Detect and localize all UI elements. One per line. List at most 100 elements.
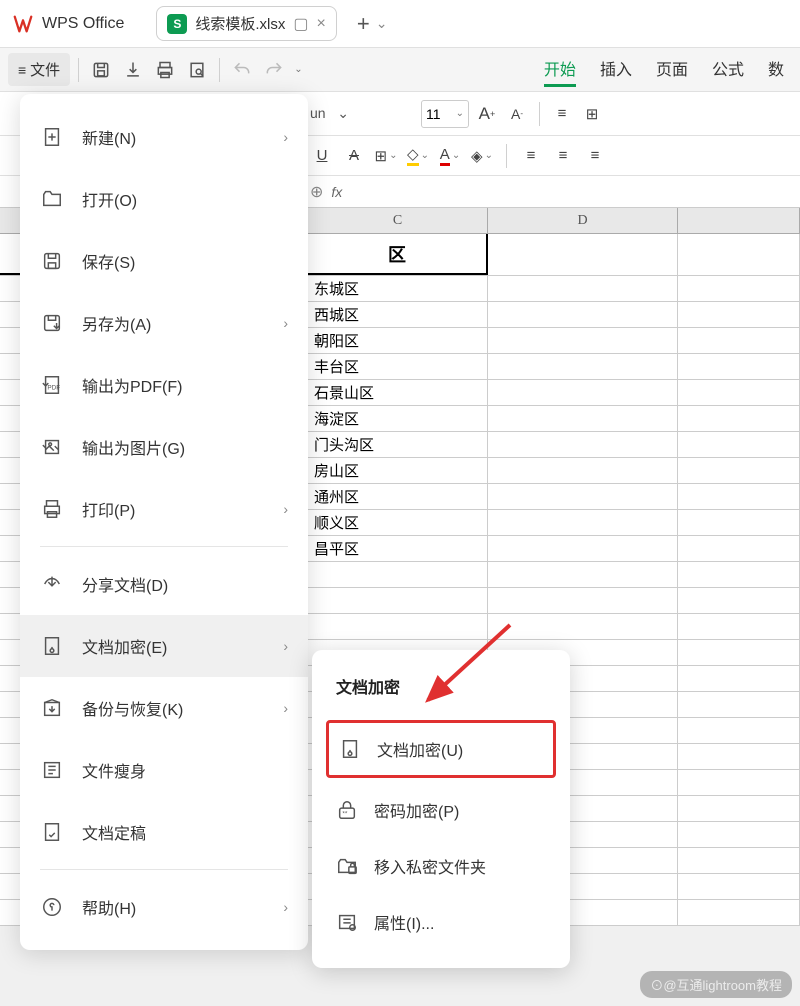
preview-icon[interactable] [183, 56, 211, 84]
menu-item[interactable]: PDF输出为PDF(F) [20, 354, 308, 416]
tab-insert[interactable]: 插入 [600, 52, 632, 87]
wrap-icon[interactable]: ⊞ [580, 102, 604, 126]
cell[interactable]: 门头沟区 [308, 432, 488, 457]
cell[interactable] [678, 822, 800, 847]
border-icon[interactable]: ⊞⌄ [374, 144, 398, 168]
tab-start[interactable]: 开始 [544, 52, 576, 87]
cell[interactable]: 西城区 [308, 302, 488, 327]
cell[interactable] [488, 406, 678, 431]
cell[interactable] [678, 796, 800, 821]
menu-item[interactable]: 新建(N)› [20, 106, 308, 168]
cell[interactable] [678, 718, 800, 743]
cell[interactable]: 通州区 [308, 484, 488, 509]
cell[interactable] [488, 510, 678, 535]
export-icon[interactable] [119, 56, 147, 84]
tab-formula[interactable]: 公式 [712, 52, 744, 87]
cell[interactable] [308, 562, 488, 587]
menu-item[interactable]: 备份与恢复(K)› [20, 677, 308, 739]
cell[interactable] [678, 614, 800, 639]
fill-color-icon[interactable]: ◇⌄ [406, 144, 430, 168]
cell[interactable]: 房山区 [308, 458, 488, 483]
cell[interactable] [678, 458, 800, 483]
submenu-item[interactable]: 移入私密文件夹 [312, 838, 570, 894]
cell[interactable] [678, 406, 800, 431]
align-center-icon[interactable]: ≡ [551, 144, 575, 168]
cell[interactable] [488, 484, 678, 509]
cell[interactable] [678, 770, 800, 795]
cell[interactable] [678, 328, 800, 353]
cell[interactable]: 昌平区 [308, 536, 488, 561]
menu-item[interactable]: 文档加密(E)› [20, 615, 308, 677]
cell[interactable] [488, 432, 678, 457]
format-painter-icon[interactable]: ◈⌄ [470, 144, 494, 168]
cell[interactable] [678, 640, 800, 665]
cell[interactable]: 石景山区 [308, 380, 488, 405]
align-right-icon[interactable]: ≡ [583, 144, 607, 168]
cell[interactable] [678, 234, 800, 275]
menu-item[interactable]: 帮助(H)› [20, 876, 308, 938]
cell[interactable] [678, 276, 800, 301]
fx-label[interactable]: fx [331, 184, 342, 200]
tab-data[interactable]: 数 [768, 52, 784, 87]
cell[interactable] [488, 234, 678, 275]
cell[interactable] [488, 276, 678, 301]
menu-item[interactable]: 输出为图片(G) [20, 416, 308, 478]
font-size-selector[interactable]: 11 ⌄ [421, 100, 469, 128]
menu-item[interactable]: 分享文档(D) [20, 553, 308, 615]
cell[interactable] [678, 900, 800, 925]
menu-item[interactable]: 保存(S) [20, 230, 308, 292]
cell[interactable] [678, 848, 800, 873]
menu-item[interactable]: 文档定稿 [20, 801, 308, 863]
cell[interactable] [678, 484, 800, 509]
cell[interactable] [488, 302, 678, 327]
cell[interactable] [678, 510, 800, 535]
cell[interactable] [488, 588, 678, 613]
cell[interactable] [678, 432, 800, 457]
font-name-dropdown[interactable]: un ⌄ [310, 105, 349, 122]
submenu-item[interactable]: 文档加密(U) [326, 720, 556, 778]
window-detach-icon[interactable]: ▢ [293, 14, 308, 34]
undo-icon[interactable] [228, 56, 256, 84]
cell[interactable] [488, 614, 678, 639]
document-tab[interactable]: S 线索模板.xlsx ▢ × [156, 6, 336, 41]
increase-font-icon[interactable]: A+ [475, 102, 499, 126]
close-tab-icon[interactable]: × [317, 15, 326, 33]
cell[interactable]: 东城区 [308, 276, 488, 301]
decrease-font-icon[interactable]: A- [505, 102, 529, 126]
cell[interactable] [488, 328, 678, 353]
col-header[interactable]: D [488, 208, 678, 233]
header-cell[interactable]: 区 [308, 234, 488, 275]
expand-icon[interactable]: ⊕ [310, 182, 323, 202]
cell[interactable] [308, 614, 488, 639]
align-top-icon[interactable]: ≡ [550, 102, 574, 126]
cell[interactable] [488, 562, 678, 587]
cell[interactable] [488, 536, 678, 561]
cell[interactable] [678, 302, 800, 327]
submenu-item[interactable]: 属性(I)... [312, 894, 570, 950]
submenu-item[interactable]: **密码加密(P) [312, 782, 570, 838]
col-header[interactable] [678, 208, 800, 233]
cell[interactable] [678, 692, 800, 717]
align-left-icon[interactable]: ≡ [519, 144, 543, 168]
cell[interactable] [678, 744, 800, 769]
cell[interactable]: 顺义区 [308, 510, 488, 535]
underline-icon[interactable]: U [310, 144, 334, 168]
cell[interactable]: 丰台区 [308, 354, 488, 379]
new-tab-button[interactable]: + [357, 11, 370, 37]
redo-icon[interactable] [260, 56, 288, 84]
tab-page[interactable]: 页面 [656, 52, 688, 87]
cell[interactable] [488, 380, 678, 405]
strikethrough-icon[interactable]: A [342, 144, 366, 168]
menu-item[interactable]: 文件瘦身 [20, 739, 308, 801]
cell[interactable] [678, 354, 800, 379]
menu-item[interactable]: 打开(O) [20, 168, 308, 230]
file-menu-button[interactable]: ≡ 文件 [8, 53, 70, 86]
col-header[interactable]: C [308, 208, 488, 233]
cell[interactable] [488, 354, 678, 379]
cell[interactable]: 海淀区 [308, 406, 488, 431]
cell[interactable] [488, 458, 678, 483]
cell[interactable] [678, 536, 800, 561]
cell[interactable] [678, 562, 800, 587]
cell[interactable] [678, 380, 800, 405]
print-icon[interactable] [151, 56, 179, 84]
